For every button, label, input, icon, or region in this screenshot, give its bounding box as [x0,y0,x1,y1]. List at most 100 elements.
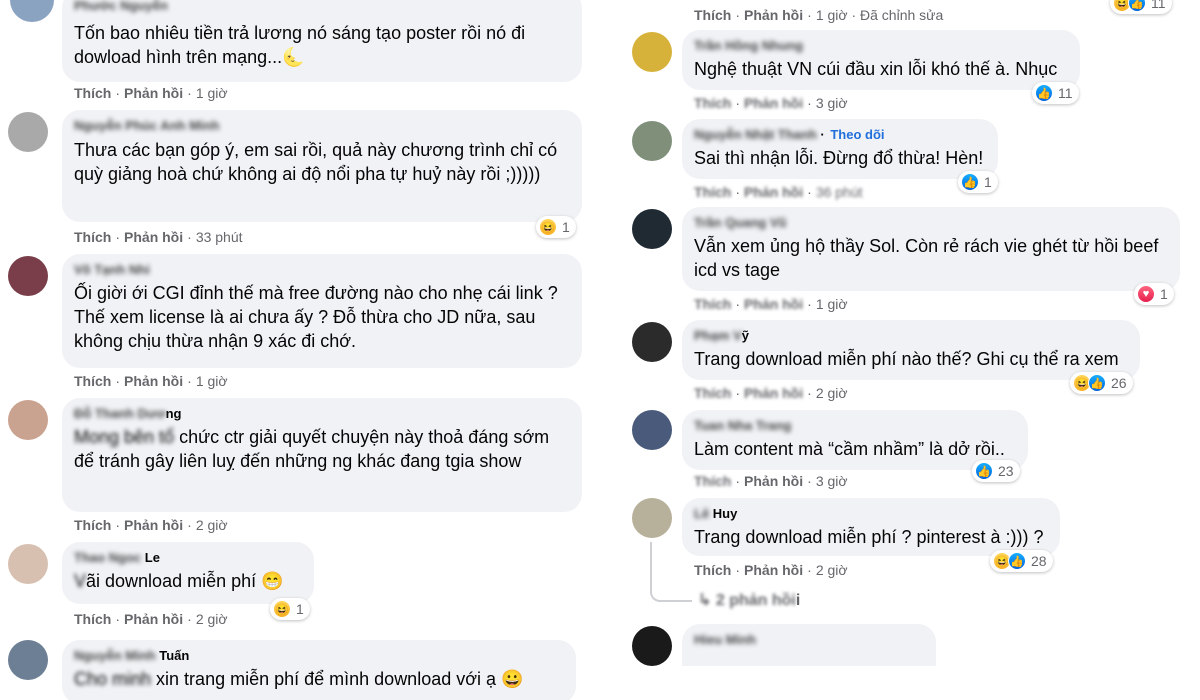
comment-author[interactable]: Tuan Nha Trang [694,417,1016,435]
comment-author[interactable]: Trần Quang Vũ [694,214,1168,232]
reaction-summary[interactable]: 😆 👍 28 [990,550,1053,572]
avatar[interactable] [8,112,48,152]
reply-link[interactable]: Phản hồi [744,184,803,200]
comment-time[interactable]: 2 giờ [196,611,228,627]
comment-text: Sai thì nhận lỗi. Đừng đổ thừa! Hèn! [694,148,984,168]
reaction-summary[interactable]: 😆 👍 26 [1070,372,1133,394]
reaction-summary[interactable]: 😆 1 [270,598,310,620]
like-link[interactable]: Thích [694,95,731,111]
comment-author[interactable]: Nguyễn Minh Tuấn [74,647,564,665]
like-link[interactable]: Thích [694,385,731,401]
comment-actions: Thích · Phản hồi · 1 giờ [74,85,228,101]
avatar[interactable] [8,544,48,584]
comment-time[interactable]: 1 giờ [196,373,228,389]
avatar[interactable] [632,209,672,249]
comment-text: Làm content mà “cầm nhầm” là dở rồi.. [694,439,1005,459]
like-link[interactable]: Thích [74,229,111,245]
like-reaction-icon: 👍 [961,173,979,191]
comment-author[interactable]: Trần Hồng Nhung [694,37,1068,55]
avatar[interactable] [632,121,672,161]
view-replies-link[interactable]: ↳ 2 phản hồii [698,590,800,610]
comment-author[interactable]: Phạm Vỹ [694,327,1128,345]
reply-link[interactable]: Phản hồi [744,7,803,23]
comment-actions: Thích · Phản hồi · 3 giờ [694,473,848,489]
comment-time[interactable]: 3 giờ [816,95,848,111]
comment-author[interactable]: Lê Huy [694,505,1048,523]
comment-bubble: Hieu Minh [682,624,936,666]
like-link[interactable]: Thích [694,473,731,489]
like-link[interactable]: Thích [74,373,111,389]
comment-item: Tuan Nha Trang Làm content mà “cầm nhầm”… [600,408,1200,496]
comment-time[interactable]: 1 giờ [816,296,848,312]
comment-author[interactable]: Nguyễn Phúc Anh Minh [74,117,570,135]
comment-item: Nguyễn Nhật Thanh · Theo dõi Sai thì nhậ… [600,119,1200,207]
like-link[interactable]: Thích [74,517,111,533]
comment-author[interactable]: Đỗ Thanh Dương [74,405,570,423]
reply-arrow-icon: ↳ [698,592,712,609]
reply-link[interactable]: Phản hồi [744,296,803,312]
like-link[interactable]: Thích [694,296,731,312]
comment-author[interactable]: Nguyễn Nhật Thanh · Theo dõi [694,126,986,144]
comment-time[interactable]: 2 giờ [816,562,848,578]
comment-actions: Thích · Phản hồi · 1 giờ · Đã chỉnh sửa [694,7,944,23]
comment-text: Mong bên tổ chức ctr giải quyết chuyện n… [74,427,555,471]
reaction-summary[interactable]: ♥ 1 [1134,283,1174,305]
comment-item: Nguyễn Minh Tuấn Cho minh xin trang miễn… [0,638,600,700]
comment-bubble: Phước Nguyễn Tốn bao nhiêu tiền trả lươn… [62,0,582,82]
comment-item: Hieu Minh [600,624,1200,666]
reply-link[interactable]: Phản hồi [124,373,183,389]
comment-author[interactable]: Võ Tạnh Nhi [74,261,570,279]
avatar[interactable] [632,498,672,538]
like-link[interactable]: Thích [74,85,111,101]
avatar[interactable] [10,0,54,22]
comment-item: Trần Hồng Nhung Nghệ thuật VN cúi đầu xi… [600,30,1200,118]
comment-time[interactable]: 2 giờ [816,385,848,401]
comment-author[interactable]: Thao Ngoc Le [74,549,302,567]
like-link[interactable]: Thích [694,184,731,200]
avatar[interactable] [632,410,672,450]
comment-bubble: Đỗ Thanh Dương Mong bên tổ chức ctr giải… [62,398,582,512]
comment-author[interactable]: Phước Nguyễn [74,0,570,15]
avatar[interactable] [632,626,672,666]
left-comment-panel: Phước Nguyễn Tốn bao nhiêu tiền trả lươn… [0,0,600,700]
like-link[interactable]: Thích [694,7,731,23]
reply-link[interactable]: Phản hồi [744,473,803,489]
reply-link[interactable]: Phản hồi [124,611,183,627]
comment-actions: Thích · Phản hồi · 1 giờ [74,373,228,389]
avatar[interactable] [8,256,48,296]
avatar[interactable] [632,322,672,362]
right-comment-panel: Thích · Phản hồi · 1 giờ · Đã chỉnh sửa 😆 👍 11… [600,0,1200,666]
reply-thread-line [650,542,692,602]
reply-link[interactable]: Phản hồi [744,95,803,111]
reply-link[interactable]: Phản hồi [744,562,803,578]
comment-actions: Thích · Phản hồi · 2 giờ [74,517,228,533]
like-link[interactable]: Thích [694,562,731,578]
reaction-summary[interactable]: 👍 1 [958,171,998,193]
comment-bubble: Võ Tạnh Nhi Ối giời ới CGI đỉnh thế mà f… [62,254,582,368]
reaction-summary[interactable]: 👍 23 [972,460,1020,482]
comment-time[interactable]: 33 phút [196,229,243,245]
reply-link[interactable]: Phản hồi [124,229,183,245]
comment-time[interactable]: 2 giờ [196,517,228,533]
emoji: 🌜 [282,47,305,67]
reaction-summary[interactable]: 👍 11 [1032,82,1079,104]
like-reaction-icon: 👍 [975,462,993,480]
reaction-summary[interactable]: 😆 👍 11 [1110,0,1172,14]
avatar[interactable] [632,32,672,72]
reaction-summary[interactable]: 😆 1 [536,216,576,238]
comment-item: Thích · Phản hồi · 1 giờ · Đã chỉnh sửa 😆 👍 11 [600,0,1200,28]
comment-time[interactable]: 3 giờ [816,473,848,489]
comment-actions: Thích · Phản hồi · 2 giờ [694,562,848,578]
reply-link[interactable]: Phản hồi [744,385,803,401]
comment-time[interactable]: 36 phút [816,184,863,200]
avatar[interactable] [8,400,48,440]
comment-bubble: Nguyễn Nhật Thanh · Theo dõi Sai thì nhậ… [682,119,998,179]
avatar[interactable] [8,640,48,680]
reply-link[interactable]: Phản hồi [124,85,183,101]
comment-time[interactable]: 1 giờ · Đã chỉnh sửa [816,7,944,23]
reply-link[interactable]: Phản hồi [124,517,183,533]
comment-author[interactable]: Hieu Minh [694,631,924,649]
like-link[interactable]: Thích [74,611,111,627]
comment-time[interactable]: 1 giờ [196,85,228,101]
follow-link[interactable]: Theo dõi [830,127,884,142]
